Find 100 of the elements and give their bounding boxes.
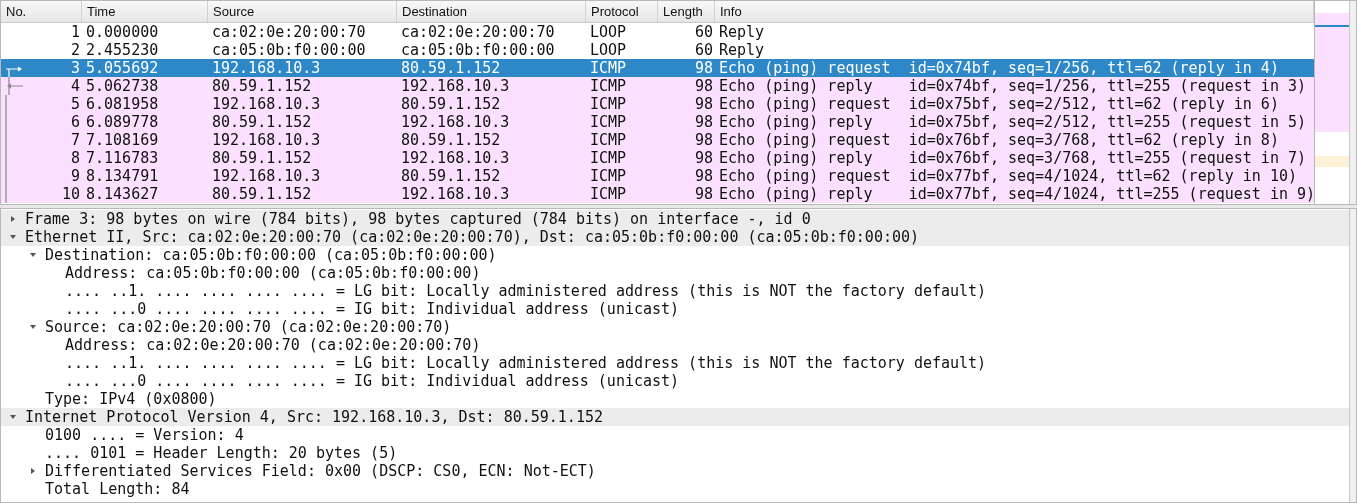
table-cell-text: 98 xyxy=(693,59,714,77)
detail-line[interactable]: Total Length: 84 xyxy=(41,480,190,498)
table-cell-text: 98 xyxy=(693,95,714,113)
detail-line[interactable]: Address: ca:02:0e:20:00:70 (ca:02:0e:20:00:70) xyxy=(61,336,481,354)
table-cell-text: 80.59.1.152 xyxy=(400,95,502,113)
column-header[interactable]: Destination xyxy=(397,1,586,22)
table-cell-text: 80.59.1.152 xyxy=(400,167,502,185)
detail-line[interactable]: Differentiated Services Field: 0x00 (DSCP: CS0, ECN: Not-ECT) xyxy=(41,462,596,480)
packet-row[interactable]: 5 6.081958 192.168.10.3 80.59.1.152 ICMP 98 Echo (ping) request id=0x75bf, seq=2/512, ttl=62 (reply in 6) xyxy=(1,95,1314,113)
table-cell-text: 98 xyxy=(693,113,714,131)
packet-row[interactable]: 4 5.062738 80.59.1.152 192.168.10.3 ICMP 98 Echo (ping) reply id=0x74bf, seq=1/256, ttl=255 (request in 3) xyxy=(1,77,1314,95)
expanded-caret-icon[interactable] xyxy=(29,251,37,259)
table-cell-text: 80.59.1.152 xyxy=(211,185,313,203)
table-cell-text: 6.089778 xyxy=(85,113,160,131)
table-cell-text: Echo (ping) request id=0x74bf, seq=1/256, ttl=62 (reply in 4) xyxy=(718,59,1280,77)
table-cell-text: ICMP xyxy=(589,77,628,95)
detail-line[interactable]: .... ..1. .... .... .... .... = LG bit: Locally administered address (this is NOT the factory default) xyxy=(61,354,987,372)
scrollbar[interactable] xyxy=(1349,209,1356,502)
table-cell-text: 98 xyxy=(693,185,714,203)
column-header[interactable]: Info xyxy=(715,1,1314,22)
table-cell-text: 7.116783 xyxy=(85,149,160,167)
column-header[interactable]: Protocol xyxy=(586,1,658,22)
table-cell-text: 80.59.1.152 xyxy=(211,149,313,167)
table-cell-text: 5 xyxy=(69,95,81,113)
table-cell-text: LOOP xyxy=(589,23,628,41)
table-cell-text: 8 xyxy=(69,149,81,167)
packet-row[interactable]: 9 8.134791 192.168.10.3 80.59.1.152 ICMP 98 Echo (ping) request id=0x77bf, seq=4/1024, ttl=62 (reply in 10) xyxy=(1,167,1314,185)
table-cell-text: Echo (ping) reply id=0x74bf, seq=1/256, ttl=255 (request in 3) xyxy=(718,77,1307,95)
table-cell-text: 80.59.1.152 xyxy=(211,113,313,131)
table-cell-text: 8.143627 xyxy=(85,185,160,203)
table-cell-text: 80.59.1.152 xyxy=(211,77,313,95)
column-header[interactable]: No. xyxy=(1,1,82,22)
table-cell-text: 9 xyxy=(69,167,81,185)
table-cell-text: ICMP xyxy=(589,149,628,167)
table-cell-text: Echo (ping) reply id=0x75bf, seq=2/512, ttl=255 (request in 5) xyxy=(718,113,1307,131)
expanded-caret-icon[interactable] xyxy=(29,323,37,331)
table-cell-text: ICMP xyxy=(589,185,628,203)
packet-row[interactable]: 7 7.108169 192.168.10.3 80.59.1.152 ICMP 98 Echo (ping) request id=0x76bf, seq=3/768, ttl=62 (reply in 8) xyxy=(1,131,1314,149)
table-cell-text: ICMP xyxy=(589,95,628,113)
expanded-caret-icon[interactable] xyxy=(9,413,17,421)
detail-line[interactable]: .... ..1. .... .... .... .... = LG bit: Locally administered address (this is NOT the factory default) xyxy=(61,282,987,300)
detail-line[interactable]: Source: ca:02:0e:20:00:70 (ca:02:0e:20:00:70) xyxy=(41,318,452,336)
table-cell-text: 192.168.10.3 xyxy=(211,131,322,149)
table-cell-text: 80.59.1.152 xyxy=(400,59,502,77)
column-header[interactable]: Length xyxy=(658,1,715,22)
table-cell-text: 5.062738 xyxy=(85,77,160,95)
table-cell-text: ca:05:0b:f0:00:00 xyxy=(400,41,556,59)
table-cell-text: 2.455230 xyxy=(85,41,160,59)
table-cell-text: Reply xyxy=(718,23,766,41)
table-cell-text: 0.000000 xyxy=(85,23,160,41)
table-cell-text: 5.055692 xyxy=(85,59,160,77)
table-cell-text: 98 xyxy=(693,131,714,149)
table-cell-text: 98 xyxy=(693,167,714,185)
table-cell-text: 98 xyxy=(693,149,714,167)
collapsed-caret-icon[interactable] xyxy=(29,467,37,475)
table-cell-text: Reply xyxy=(718,41,766,59)
table-cell-text: 7 xyxy=(69,131,81,149)
table-cell-text: ICMP xyxy=(589,167,628,185)
detail-line[interactable]: .... ...0 .... .... .... .... = IG bit: Individual address (unicast) xyxy=(61,372,680,390)
table-cell-text: ca:05:0b:f0:00:00 xyxy=(211,41,367,59)
column-header[interactable]: Time xyxy=(82,1,208,22)
table-cell-text: 3 xyxy=(69,59,81,77)
column-header[interactable]: Source xyxy=(208,1,397,22)
table-cell-text: 192.168.10.3 xyxy=(400,149,511,167)
table-cell-text: 192.168.10.3 xyxy=(400,77,511,95)
table-cell-text: 60 xyxy=(693,23,714,41)
table-cell-text: 2 xyxy=(69,41,81,59)
table-cell-text: 8.134791 xyxy=(85,167,160,185)
table-cell-text: Echo (ping) request id=0x75bf, seq=2/512, ttl=62 (reply in 6) xyxy=(718,95,1280,113)
table-cell-text: Echo (ping) request id=0x76bf, seq=3/768, ttl=62 (reply in 8) xyxy=(718,131,1280,149)
table-cell-text: 192.168.10.3 xyxy=(211,167,322,185)
table-cell-text: ca:02:0e:20:00:70 xyxy=(400,23,556,41)
detail-line[interactable]: 0100 .... = Version: 4 xyxy=(41,426,244,444)
detail-line[interactable]: Type: IPv4 (0x0800) xyxy=(41,390,217,408)
table-cell-text: LOOP xyxy=(589,41,628,59)
detail-line[interactable]: .... 0101 = Header Length: 20 bytes (5) xyxy=(41,444,398,462)
table-cell-text: 192.168.10.3 xyxy=(400,113,511,131)
table-cell-text: 4 xyxy=(69,77,81,95)
packet-row[interactable]: 6 6.089778 80.59.1.152 192.168.10.3 ICMP 98 Echo (ping) reply id=0x75bf, seq=2/512, ttl=255 (request in 5) xyxy=(1,113,1314,131)
detail-line[interactable]: .... ...0 .... .... .... .... = IG bit: Individual address (unicast) xyxy=(61,300,680,318)
table-cell-text: ICMP xyxy=(589,59,628,77)
detail-line[interactable]: Address: ca:05:0b:f0:00:00 (ca:05:0b:f0:00:00) xyxy=(61,264,481,282)
table-cell-text: Echo (ping) request id=0x77bf, seq=4/1024, ttl=62 (reply in 10) xyxy=(718,167,1298,185)
packet-row[interactable]: 8 7.116783 80.59.1.152 192.168.10.3 ICMP 98 Echo (ping) reply id=0x76bf, seq=3/768, ttl=255 (request in 7) xyxy=(1,149,1314,167)
packet-row[interactable]: 10 8.143627 80.59.1.152 192.168.10.3 ICMP 98 Echo (ping) reply id=0x77bf, seq=4/1024, ttl=255 (request in 9) xyxy=(1,185,1314,203)
table-cell-text: 60 xyxy=(693,41,714,59)
table-cell-text: 192.168.10.3 xyxy=(211,59,322,77)
table-cell-text: 98 xyxy=(693,77,714,95)
table-cell-text: 192.168.10.3 xyxy=(211,95,322,113)
detail-line[interactable]: Destination: ca:05:0b:f0:00:00 (ca:05:0b:f0:00:00) xyxy=(41,246,497,264)
table-cell-text: 80.59.1.152 xyxy=(400,131,502,149)
expanded-caret-icon[interactable] xyxy=(9,233,17,241)
scrollbar[interactable] xyxy=(1349,1,1356,204)
table-cell-text: 6.081958 xyxy=(85,95,160,113)
table-cell-text: Echo (ping) reply id=0x76bf, seq=3/768, ttl=255 (request in 7) xyxy=(718,149,1307,167)
table-cell-text: 6 xyxy=(69,113,81,131)
collapsed-caret-icon[interactable] xyxy=(9,215,17,223)
packet-row[interactable]: 3 5.055692 192.168.10.3 80.59.1.152 ICMP 98 Echo (ping) request id=0x74bf, seq=1/256, ttl=62 (reply in 4) xyxy=(1,59,1314,77)
table-cell-text: 1 xyxy=(69,23,81,41)
table-cell-text: 10 xyxy=(60,185,81,203)
